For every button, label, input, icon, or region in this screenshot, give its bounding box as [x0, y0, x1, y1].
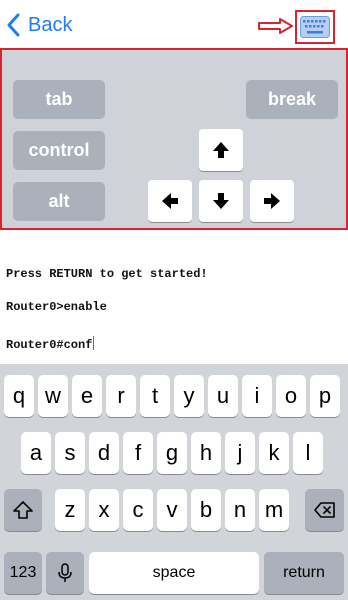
key-p[interactable]: p	[310, 375, 340, 417]
key-r[interactable]: r	[106, 375, 136, 417]
key-u[interactable]: u	[208, 375, 238, 417]
terminal-output[interactable]: Press RETURN to get started! Router0>ena…	[0, 232, 348, 364]
key-x[interactable]: x	[89, 489, 119, 531]
keyboard-icon	[300, 16, 330, 38]
key-f[interactable]: f	[123, 432, 153, 474]
key-q[interactable]: q	[4, 375, 34, 417]
terminal-line: Router0>enable	[6, 300, 107, 314]
arrow-down-key[interactable]	[199, 180, 243, 222]
navigation-bar: Back	[0, 0, 348, 50]
key-i[interactable]: i	[242, 375, 272, 417]
key-g[interactable]: g	[157, 432, 187, 474]
key-o[interactable]: o	[276, 375, 306, 417]
arrow-right-icon	[264, 193, 280, 209]
shift-icon	[13, 501, 33, 519]
key-n[interactable]: n	[225, 489, 255, 531]
delete-key[interactable]	[305, 489, 344, 531]
return-key[interactable]: return	[264, 552, 344, 594]
key-l[interactable]: l	[293, 432, 323, 474]
key-m[interactable]: m	[259, 489, 289, 531]
keyboard-toggle-button[interactable]	[295, 10, 335, 44]
key-d[interactable]: d	[89, 432, 119, 474]
key-b[interactable]: b	[191, 489, 221, 531]
red-arrow-icon	[258, 18, 293, 34]
key-w[interactable]: w	[38, 375, 68, 417]
shift-key[interactable]	[4, 489, 42, 531]
microphone-icon	[58, 563, 72, 582]
arrow-up-icon	[213, 142, 229, 158]
space-key[interactable]: space	[89, 552, 259, 594]
back-label: Back	[28, 13, 73, 36]
key-j[interactable]: j	[225, 432, 255, 474]
key-k[interactable]: k	[259, 432, 289, 474]
backspace-icon	[313, 502, 335, 518]
key-a[interactable]: a	[21, 432, 51, 474]
dictation-key[interactable]	[46, 552, 84, 594]
numbers-key[interactable]: 123	[4, 552, 42, 594]
key-h[interactable]: h	[191, 432, 221, 474]
terminal-prompt-line: Router0#conf	[6, 336, 95, 352]
chevron-left-icon	[7, 13, 20, 37]
alt-key[interactable]: alt	[13, 182, 105, 221]
arrow-left-key[interactable]	[148, 180, 192, 222]
key-v[interactable]: v	[157, 489, 187, 531]
key-y[interactable]: y	[174, 375, 204, 417]
text-cursor	[93, 336, 95, 350]
key-z[interactable]: z	[55, 489, 85, 531]
tab-key[interactable]: tab	[13, 80, 105, 119]
key-t[interactable]: t	[140, 375, 170, 417]
onscreen-keyboard: q w e r t y u i o p a s d f g h j k l z …	[0, 364, 348, 600]
arrow-right-key[interactable]	[250, 180, 294, 222]
control-key[interactable]: control	[13, 131, 105, 170]
arrow-up-key[interactable]	[199, 129, 243, 171]
special-keys-panel: tab break control alt	[0, 48, 348, 230]
key-c[interactable]: c	[123, 489, 153, 531]
terminal-input-text: Router0#conf	[6, 338, 93, 352]
key-e[interactable]: e	[72, 375, 102, 417]
key-s[interactable]: s	[55, 432, 85, 474]
terminal-line: Press RETURN to get started!	[6, 267, 208, 281]
back-button[interactable]: Back	[6, 10, 72, 40]
break-key[interactable]: break	[246, 80, 338, 119]
arrow-down-icon	[213, 193, 229, 209]
arrow-left-icon	[162, 193, 178, 209]
